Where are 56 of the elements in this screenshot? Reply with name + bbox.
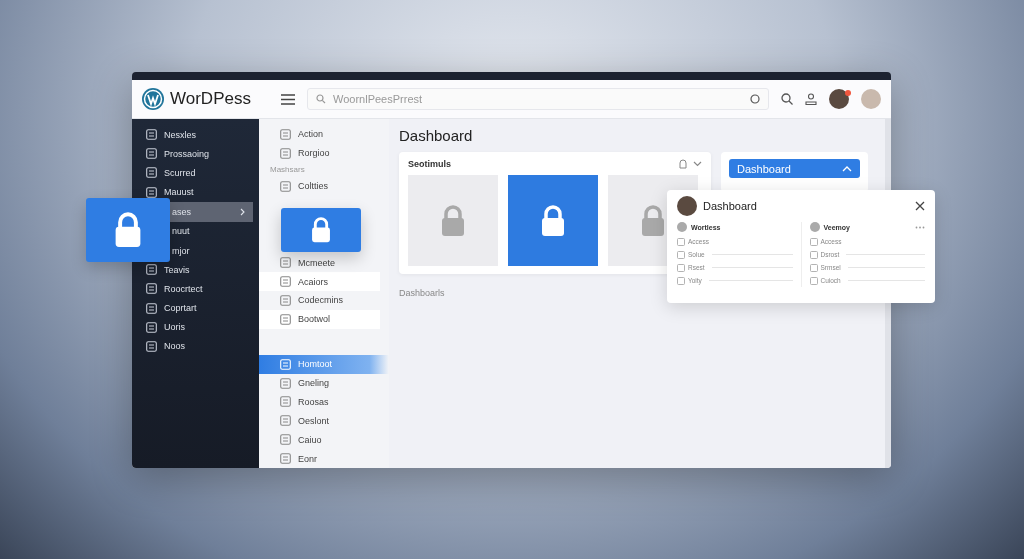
lock-icon bbox=[641, 204, 665, 237]
sidebar-item[interactable]: Uoris bbox=[132, 317, 259, 337]
sidebar-item[interactable]: mjor bbox=[170, 240, 259, 261]
submenu-item[interactable]: Rorgioo bbox=[259, 143, 380, 163]
menu-icon[interactable] bbox=[281, 93, 295, 105]
lock-icon bbox=[541, 204, 565, 237]
sidebar-item[interactable]: Nesxles bbox=[132, 125, 259, 145]
submenu-item[interactable]: Bootwol bbox=[259, 309, 380, 329]
search-icon[interactable] bbox=[781, 93, 793, 105]
lock-icon bbox=[441, 204, 465, 237]
submenu-item[interactable]: Coltties bbox=[259, 176, 380, 196]
sidebar-item[interactable]: ases bbox=[170, 201, 253, 222]
logo-icon bbox=[141, 87, 165, 111]
submenu-item[interactable]: Codecmins bbox=[259, 291, 380, 310]
submenu-heading: Mashsars bbox=[269, 163, 306, 176]
logo-text: WorDPess bbox=[170, 89, 251, 109]
dropdown[interactable]: Dashboard bbox=[729, 159, 860, 178]
more-icon[interactable] bbox=[915, 225, 925, 229]
chevron-right-icon bbox=[240, 207, 245, 216]
chevron-icon bbox=[842, 165, 852, 172]
submenu-item[interactable]: Roosas bbox=[259, 392, 380, 412]
avatar bbox=[809, 222, 820, 232]
sidebar-item[interactable]: Scurred bbox=[132, 163, 259, 183]
search-bar[interactable]: WoornlPeesPrrest bbox=[307, 88, 769, 110]
card-title: Seotimuls bbox=[408, 159, 452, 169]
avatar[interactable] bbox=[829, 89, 849, 109]
tile[interactable] bbox=[408, 175, 498, 266]
lock-icon bbox=[114, 212, 142, 248]
user-icon[interactable] bbox=[805, 93, 817, 105]
submenu-item[interactable]: Action bbox=[259, 125, 380, 144]
sidebar-item[interactable]: Coprtart bbox=[132, 298, 259, 318]
submenu-item[interactable]: Acaiors bbox=[259, 272, 380, 292]
avatar bbox=[677, 196, 697, 216]
chevron-down-icon[interactable] bbox=[693, 161, 702, 167]
bell-icon[interactable] bbox=[678, 159, 688, 169]
sidebar-item[interactable]: Mauust bbox=[132, 182, 259, 202]
sidebar-item[interactable]: Prossaoing bbox=[132, 144, 259, 164]
search-field[interactable]: WoornlPeesPrrest bbox=[331, 92, 745, 106]
page-title: Dashboard bbox=[399, 127, 474, 144]
avatar bbox=[677, 222, 687, 232]
section-label: Dashboarls bbox=[399, 288, 446, 298]
submenu-item[interactable]: Eonr bbox=[259, 449, 380, 468]
submenu-item[interactable]: Caiuo bbox=[259, 430, 380, 450]
submenu-item[interactable]: Mcmeete bbox=[259, 253, 380, 273]
sidebar-item[interactable]: nuut bbox=[170, 221, 259, 241]
lock-icon bbox=[311, 217, 331, 243]
search-icon bbox=[316, 94, 326, 104]
sidebar-item[interactable]: Noos bbox=[132, 336, 259, 357]
sidebar-item[interactable]: Roocrtect bbox=[132, 279, 259, 299]
sidebar-item[interactable]: Teavis bbox=[132, 260, 259, 280]
tile[interactable] bbox=[508, 175, 598, 266]
circle-icon[interactable] bbox=[750, 94, 760, 104]
close-icon[interactable] bbox=[915, 201, 925, 211]
submenu-item[interactable]: Gneling bbox=[259, 373, 380, 393]
popup-title: Dashboard bbox=[703, 200, 758, 212]
submenu-item[interactable]: Oeslont bbox=[259, 411, 380, 431]
